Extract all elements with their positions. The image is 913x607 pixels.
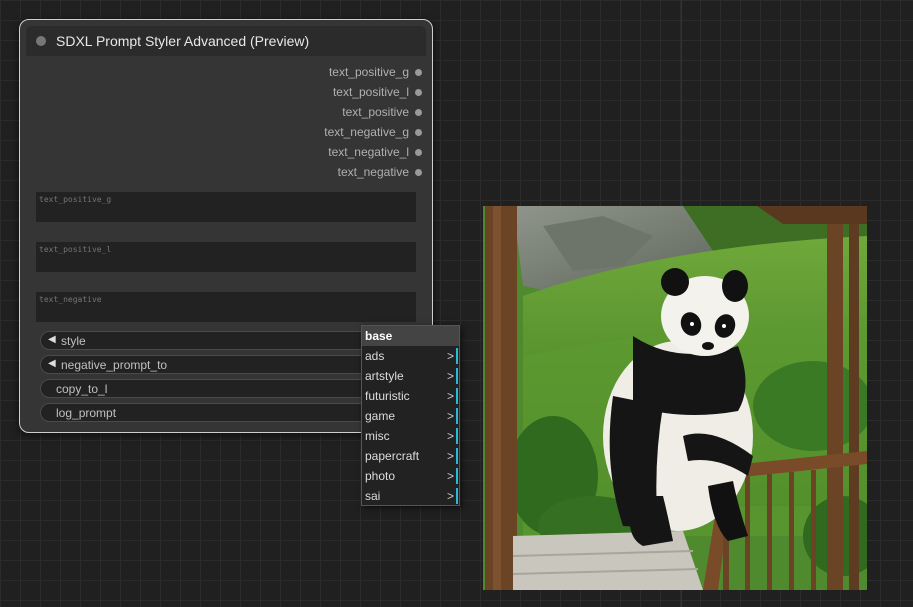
log-prompt-toggle[interactable]: log_prompt xyxy=(40,403,416,422)
menu-item-artstyle[interactable]: artstyle > xyxy=(362,366,459,386)
menu-item-photo[interactable]: photo > xyxy=(362,466,459,486)
menu-item-base[interactable]: base xyxy=(362,326,459,346)
submenu-arrow-icon: > xyxy=(446,409,454,423)
copy-to-l-toggle[interactable]: copy_to_l xyxy=(40,379,416,398)
menu-item-misc[interactable]: misc > xyxy=(362,426,459,446)
menu-item-label: base xyxy=(365,329,393,343)
menu-item-label: artstyle xyxy=(365,369,404,383)
submenu-arrow-icon: > xyxy=(446,489,454,503)
text-positive-l-input[interactable] xyxy=(36,242,416,272)
output-connector-icon[interactable] xyxy=(415,108,422,116)
output-slot-text-positive-l[interactable]: text_positive_l xyxy=(324,82,422,102)
output-connector-icon[interactable] xyxy=(415,128,422,136)
style-combo-widget[interactable]: ◀ style ba xyxy=(40,331,416,350)
widget-label: copy_to_l xyxy=(56,382,108,396)
menu-item-ads[interactable]: ads > xyxy=(362,346,459,366)
submenu-indicator xyxy=(456,368,458,384)
submenu-indicator xyxy=(456,388,458,404)
output-connector-icon[interactable] xyxy=(415,68,422,76)
submenu-indicator xyxy=(456,408,458,424)
node-title: SDXL Prompt Styler Advanced (Preview) xyxy=(56,33,310,49)
widget-label: negative_prompt_to xyxy=(61,358,168,372)
negative-prompt-to-combo-widget[interactable]: ◀ negative_prompt_to B xyxy=(40,355,416,374)
menu-item-label: papercraft xyxy=(365,449,420,463)
submenu-arrow-icon: > xyxy=(446,469,454,483)
output-slot-text-positive-g[interactable]: text_positive_g xyxy=(324,62,422,82)
output-slot-text-negative-l[interactable]: text_negative_l xyxy=(324,142,422,162)
menu-item-futuristic[interactable]: futuristic > xyxy=(362,386,459,406)
submenu-arrow-icon: > xyxy=(446,369,454,383)
submenu-arrow-icon: > xyxy=(446,429,454,443)
output-slot-text-negative-g[interactable]: text_negative_g xyxy=(324,122,422,142)
preview-image-panda xyxy=(483,206,867,590)
widget-label: style xyxy=(61,334,86,348)
menu-item-game[interactable]: game > xyxy=(362,406,459,426)
output-label: text_negative xyxy=(337,165,409,179)
output-slot-text-negative[interactable]: text_negative xyxy=(324,162,422,182)
output-label: text_positive xyxy=(342,105,409,119)
submenu-indicator xyxy=(456,468,458,484)
menu-item-sai[interactable]: sai > xyxy=(362,486,459,506)
menu-item-papercraft[interactable]: papercraft > xyxy=(362,446,459,466)
submenu-arrow-icon: > xyxy=(446,349,454,363)
submenu-arrow-icon: > xyxy=(446,449,454,463)
submenu-indicator xyxy=(456,448,458,464)
menu-item-label: sai xyxy=(365,489,381,503)
menu-item-label: photo xyxy=(365,469,396,483)
output-label: text_positive_l xyxy=(332,85,409,99)
menu-item-label: game xyxy=(365,409,396,423)
left-triangle-icon[interactable]: ◀ xyxy=(48,334,56,345)
node-title-bar[interactable]: SDXL Prompt Styler Advanced (Preview) xyxy=(26,26,426,56)
style-dropdown-menu: base ads > artstyle > futuristic > game … xyxy=(361,325,460,506)
output-label: text_positive_g xyxy=(328,65,409,79)
output-slot-text-positive[interactable]: text_positive xyxy=(324,102,422,122)
output-slots: text_positive_g text_positive_l text_pos… xyxy=(324,62,422,182)
submenu-arrow-icon: > xyxy=(446,389,454,403)
left-triangle-icon[interactable]: ◀ xyxy=(48,358,56,369)
output-connector-icon[interactable] xyxy=(415,88,422,96)
widget-label: log_prompt xyxy=(56,406,117,420)
output-label: text_negative_l xyxy=(328,145,409,159)
output-label: text_negative_g xyxy=(324,125,409,139)
output-connector-icon[interactable] xyxy=(415,168,422,176)
submenu-indicator xyxy=(456,428,458,444)
text-positive-g-input[interactable] xyxy=(36,192,416,222)
collapse-dot-icon[interactable] xyxy=(36,36,46,46)
menu-item-label: ads xyxy=(365,349,385,363)
submenu-indicator xyxy=(456,348,458,364)
submenu-indicator xyxy=(456,488,458,504)
output-connector-icon[interactable] xyxy=(415,148,422,156)
menu-item-label: futuristic xyxy=(365,389,410,403)
menu-item-label: misc xyxy=(365,429,390,443)
text-negative-input[interactable] xyxy=(36,292,416,322)
